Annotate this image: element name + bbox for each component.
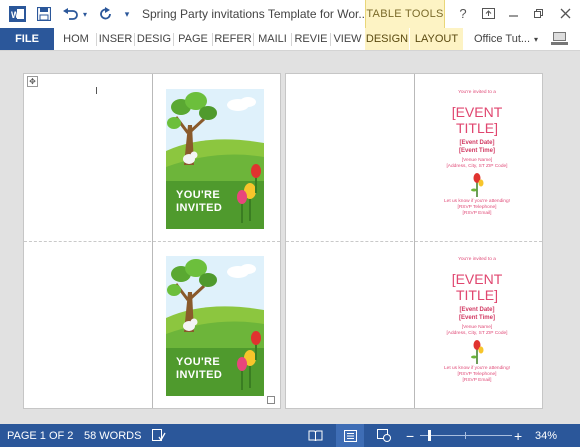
tab-design[interactable]: DESIG xyxy=(135,28,173,50)
redo-icon[interactable] xyxy=(96,4,116,24)
zoom-out-button[interactable]: − xyxy=(406,424,414,447)
rsvp-email: [RSVP Email] xyxy=(462,378,492,383)
table-move-handle[interactable]: ✥ xyxy=(27,76,38,87)
tab-home[interactable]: HOM xyxy=(57,28,95,50)
tab-file[interactable]: FILE xyxy=(0,28,54,50)
zoom-level[interactable]: 34% xyxy=(535,424,557,447)
tab-view[interactable]: VIEW xyxy=(331,28,364,50)
event-date: [Event Date] xyxy=(459,307,495,313)
minimize-icon[interactable] xyxy=(502,4,524,22)
undo-dropdown-icon[interactable]: ▾ xyxy=(80,4,90,24)
invitation-cover-bottom: YOU'RE INVITED xyxy=(166,256,264,396)
invitation-cover-top: YOU'RE INVITED xyxy=(166,89,264,229)
text-cursor xyxy=(96,87,97,94)
page-1: ✥ YOU'RE INVITED YOU'RE INVITED xyxy=(23,73,281,409)
close-icon[interactable] xyxy=(554,4,576,22)
zoom-slider-track[interactable] xyxy=(420,435,512,436)
save-icon[interactable] xyxy=(33,4,55,24)
svg-text:W: W xyxy=(11,10,20,20)
fold-line xyxy=(24,241,280,242)
tab-insert[interactable]: INSER xyxy=(97,28,134,50)
tab-page-layout[interactable]: PAGE xyxy=(174,28,212,50)
fold-line xyxy=(286,241,542,242)
tab-mailings[interactable]: MAILI xyxy=(254,28,291,50)
zoom-slider-center-mark xyxy=(465,432,466,439)
cover-line-1: YOU'RE xyxy=(176,189,221,201)
page-2: You're invited to a [EVENT TITLE] [Event… xyxy=(285,73,543,409)
venue-address: [Address, City, ST ZIP Code] xyxy=(446,164,508,169)
title-bar: W ▾ ▾ Spring Party invitations Template … xyxy=(0,0,580,28)
venue-address: [Address, City, ST ZIP Code] xyxy=(446,331,508,336)
event-date: [Event Date] xyxy=(459,140,495,146)
status-bar: PAGE 1 OF 2 58 WORDS − + 34% xyxy=(0,424,580,447)
cover-line-2: INVITED xyxy=(176,202,223,214)
cover-line-2: INVITED xyxy=(176,369,223,381)
event-time: [Event Time] xyxy=(459,148,495,154)
customize-toolbar-icon[interactable]: ▾ xyxy=(120,4,134,24)
proofing-icon[interactable] xyxy=(152,424,166,447)
zoom-in-button[interactable]: + xyxy=(514,424,522,447)
tab-table-design[interactable]: DESIGN xyxy=(365,28,409,50)
page-count[interactable]: PAGE 1 OF 2 xyxy=(7,424,73,447)
tab-review[interactable]: REVIE xyxy=(292,28,330,50)
event-title-line-2: TITLE] xyxy=(455,287,498,303)
help-button[interactable]: ? xyxy=(452,4,474,22)
account-dropdown-icon: ▾ xyxy=(534,34,539,44)
print-layout-icon[interactable] xyxy=(336,424,364,447)
account-label: Office Tut... xyxy=(474,33,531,45)
read-mode-icon[interactable] xyxy=(308,424,323,447)
tulip-icon xyxy=(416,340,538,366)
tab-references[interactable]: REFER xyxy=(213,28,253,50)
undo-icon[interactable] xyxy=(60,4,80,24)
word-count[interactable]: 58 WORDS xyxy=(84,424,141,447)
zoom-slider-thumb[interactable] xyxy=(428,430,431,441)
tulip-icon xyxy=(416,173,538,199)
word-app-icon[interactable]: W xyxy=(6,4,28,24)
ribbon-display-options-icon[interactable] xyxy=(477,4,499,22)
event-title-line-2: TITLE] xyxy=(455,120,498,136)
rsvp-email: [RSVP Email] xyxy=(462,211,492,216)
event-time: [Event Time] xyxy=(459,315,495,321)
event-title-line-1: [EVENT xyxy=(451,271,503,287)
ribbon-tabs: FILE HOM INSER DESIG PAGE REFER MAILI RE… xyxy=(0,28,580,51)
document-title: Spring Party invitations Template for Wo… xyxy=(142,7,369,21)
cover-heading: YOU'RE INVITED xyxy=(176,356,222,382)
tab-table-layout[interactable]: LAYOUT xyxy=(410,28,463,50)
invitation-inside-bottom: You're invited to a [EVENT TITLE] [Event… xyxy=(416,257,538,384)
account-name[interactable]: Office Tut... ▾ xyxy=(474,28,538,50)
avatar[interactable] xyxy=(550,29,570,49)
restore-icon[interactable] xyxy=(527,4,549,22)
web-layout-icon[interactable] xyxy=(377,424,391,447)
table-tools-context-label: TABLE TOOLS xyxy=(365,0,445,28)
cover-heading: YOU'RE INVITED xyxy=(176,189,222,215)
cover-line-1: YOU'RE xyxy=(176,356,221,368)
invitation-inside-top: You're invited to a [EVENT TITLE] [Event… xyxy=(416,90,538,217)
table-resize-handle[interactable] xyxy=(267,396,275,404)
event-title-line-1: [EVENT xyxy=(451,104,503,120)
